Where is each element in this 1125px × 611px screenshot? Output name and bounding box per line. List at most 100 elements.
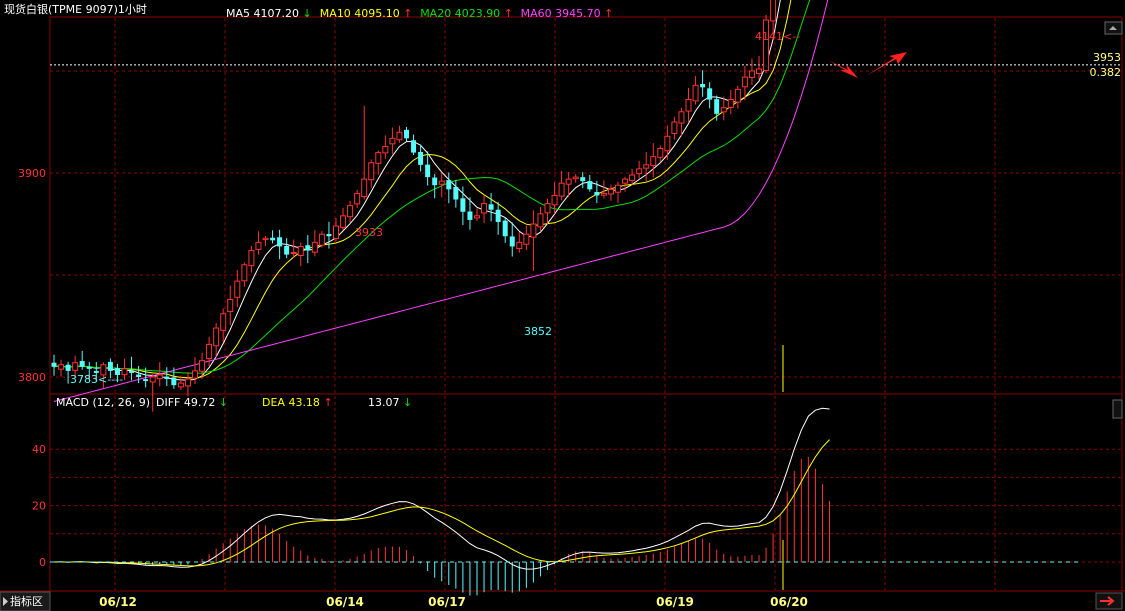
candle-body: [129, 370, 135, 373]
ma-legend-item: MA20 4023.90 ↑: [420, 7, 513, 20]
candle-body: [326, 233, 332, 237]
candle-body: [734, 88, 741, 103]
candle-body: [572, 176, 579, 180]
candle-body: [748, 70, 755, 78]
candle-body: [270, 237, 276, 241]
candle-body: [255, 241, 262, 250]
candle-body: [404, 129, 409, 139]
candle-body: [411, 140, 417, 153]
candle-body: [311, 241, 318, 253]
indicator-tab[interactable]: 指标区: [0, 591, 51, 611]
chart-title: 现货白银(TPME 9097)1小时: [4, 2, 147, 16]
candle-body: [600, 192, 607, 196]
candle-body: [248, 250, 255, 267]
dea-line: [54, 439, 830, 567]
candle-body: [361, 178, 368, 197]
candle-body: [432, 177, 438, 186]
candle-body: [460, 198, 466, 212]
candle-body: [565, 178, 572, 185]
candle-body: [756, 68, 762, 75]
candle-body: [149, 376, 156, 383]
candle-body: [418, 151, 424, 165]
candle-body: [502, 220, 508, 237]
candle-body: [580, 177, 586, 182]
candle-body: [277, 237, 283, 247]
candle-body: [107, 361, 113, 371]
candle-body: [446, 180, 452, 190]
candle-body: [671, 121, 678, 134]
candle-body: [714, 99, 720, 114]
price-pane-frame: [49, 16, 1123, 395]
candle-body: [177, 382, 184, 388]
candle-body: [192, 370, 198, 379]
candle-body: [707, 88, 713, 100]
candle-body: [143, 379, 149, 382]
candle-body: [340, 215, 347, 228]
candle-body: [368, 162, 375, 181]
fib-ratio-label: 0.382: [1090, 66, 1122, 79]
x-axis-dates: 06/12 06/14 06/17 06/19 06/20: [99, 595, 808, 609]
candle-body: [396, 131, 403, 141]
candle-body: [425, 164, 431, 178]
candle-body: [156, 374, 163, 380]
candle-body: [184, 378, 191, 387]
macd-legend-item: DIFF 49.72 ↓: [156, 396, 228, 409]
candle-body: [558, 182, 565, 197]
candle-body: [636, 168, 643, 175]
candle-body: [438, 180, 445, 185]
candle-body: [741, 76, 748, 88]
macd-legend: MACD (12, 26, 9) DIFF 49.72 ↓ DEA 43.18 ↑ 1…: [56, 396, 412, 409]
candle-body: [720, 107, 727, 113]
candle-body: [213, 327, 220, 347]
candle-body: [262, 237, 269, 241]
fib-price-label: 3953: [1093, 51, 1121, 64]
ma-legend-item: MA5 4107.20 ↓: [226, 7, 312, 20]
candle-body: [770, 0, 777, 22]
candle-body: [79, 360, 85, 367]
price-annotation: 3933: [355, 226, 383, 239]
candle-body: [65, 364, 71, 371]
macd-tick-label: 40: [32, 443, 46, 456]
candle-body: [58, 364, 65, 370]
ma60-line: [53, 0, 829, 402]
candle-body: [763, 19, 770, 72]
chart-canvas: 41110.61839530.382 380039004000410002040…: [0, 0, 1125, 611]
macd-tick-label: 20: [32, 500, 46, 513]
scroll-down-icon[interactable]: [1112, 399, 1123, 419]
candle-body: [86, 366, 92, 369]
ma-lines: [53, 0, 829, 590]
candle-body: [467, 211, 473, 220]
candle-body: [488, 204, 494, 210]
candle-body: [537, 213, 544, 228]
x-date-label: 06/17: [428, 595, 466, 609]
candle-body: [72, 362, 79, 371]
candle-body: [678, 111, 685, 124]
price-tick-label: 3900: [18, 167, 46, 180]
candle-body: [594, 192, 600, 196]
candle-body: [544, 203, 551, 214]
candle-body: [615, 184, 621, 193]
x-date-label: 06/20: [770, 595, 808, 609]
candle-body: [474, 215, 480, 219]
next-arrow-icon[interactable]: [1095, 592, 1123, 610]
candle-body: [551, 194, 558, 206]
candle-body: [643, 164, 650, 169]
candle-body: [657, 148, 664, 158]
scroll-up-icon[interactable]: [1104, 21, 1123, 35]
macd-lines: [50, 407, 1080, 570]
candle-body: [51, 362, 57, 367]
candle-body: [241, 264, 248, 282]
candle-body: [685, 99, 692, 112]
price-annotation: 4141<--: [755, 30, 800, 43]
candle-body: [290, 252, 297, 255]
candle-body: [530, 223, 537, 238]
candle-body: [305, 245, 311, 251]
candle-body: [622, 178, 629, 184]
candle-body: [375, 152, 382, 164]
candle-body: [227, 298, 234, 313]
candle-body: [234, 280, 241, 298]
macd-legend-item: MACD (12, 26, 9): [56, 396, 150, 409]
candle-body: [692, 84, 699, 102]
candle-body: [347, 205, 354, 218]
y-axis: 380039004000410002040: [18, 167, 46, 569]
